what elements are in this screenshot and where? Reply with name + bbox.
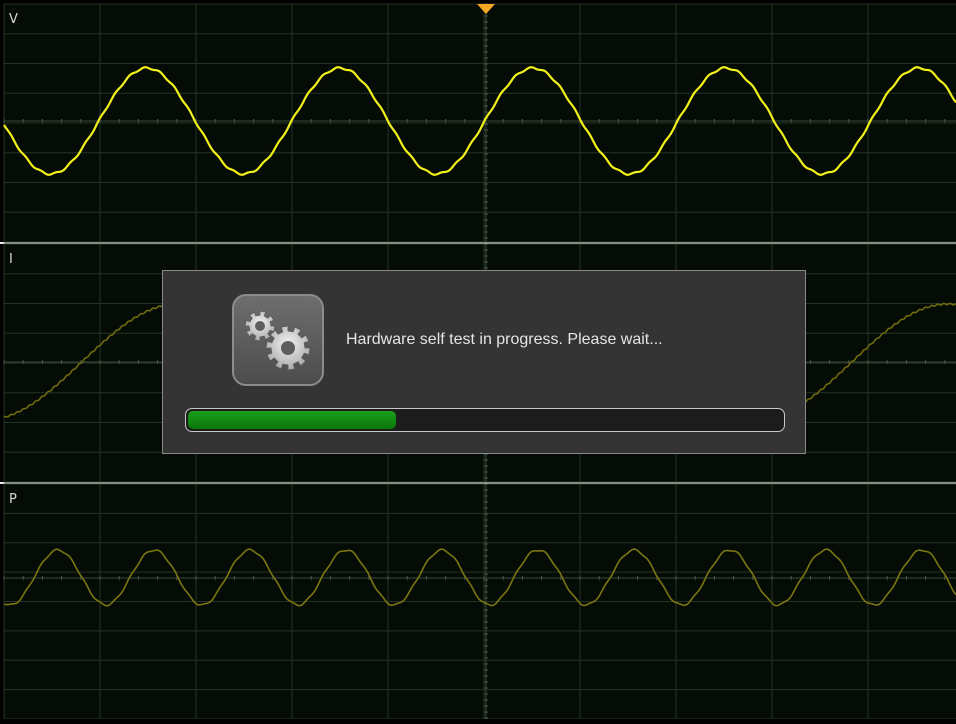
channel-label-p: P xyxy=(9,492,17,507)
progress-bar xyxy=(185,408,785,432)
status-message: Hardware self test in progress. Please w… xyxy=(346,331,663,348)
channel-label-i: I xyxy=(9,252,13,267)
self-test-dialog: Hardware self test in progress. Please w… xyxy=(162,270,806,454)
channel-label-v: V xyxy=(9,12,18,27)
progress-bar-fill xyxy=(188,411,396,429)
gears-icon xyxy=(232,294,324,386)
